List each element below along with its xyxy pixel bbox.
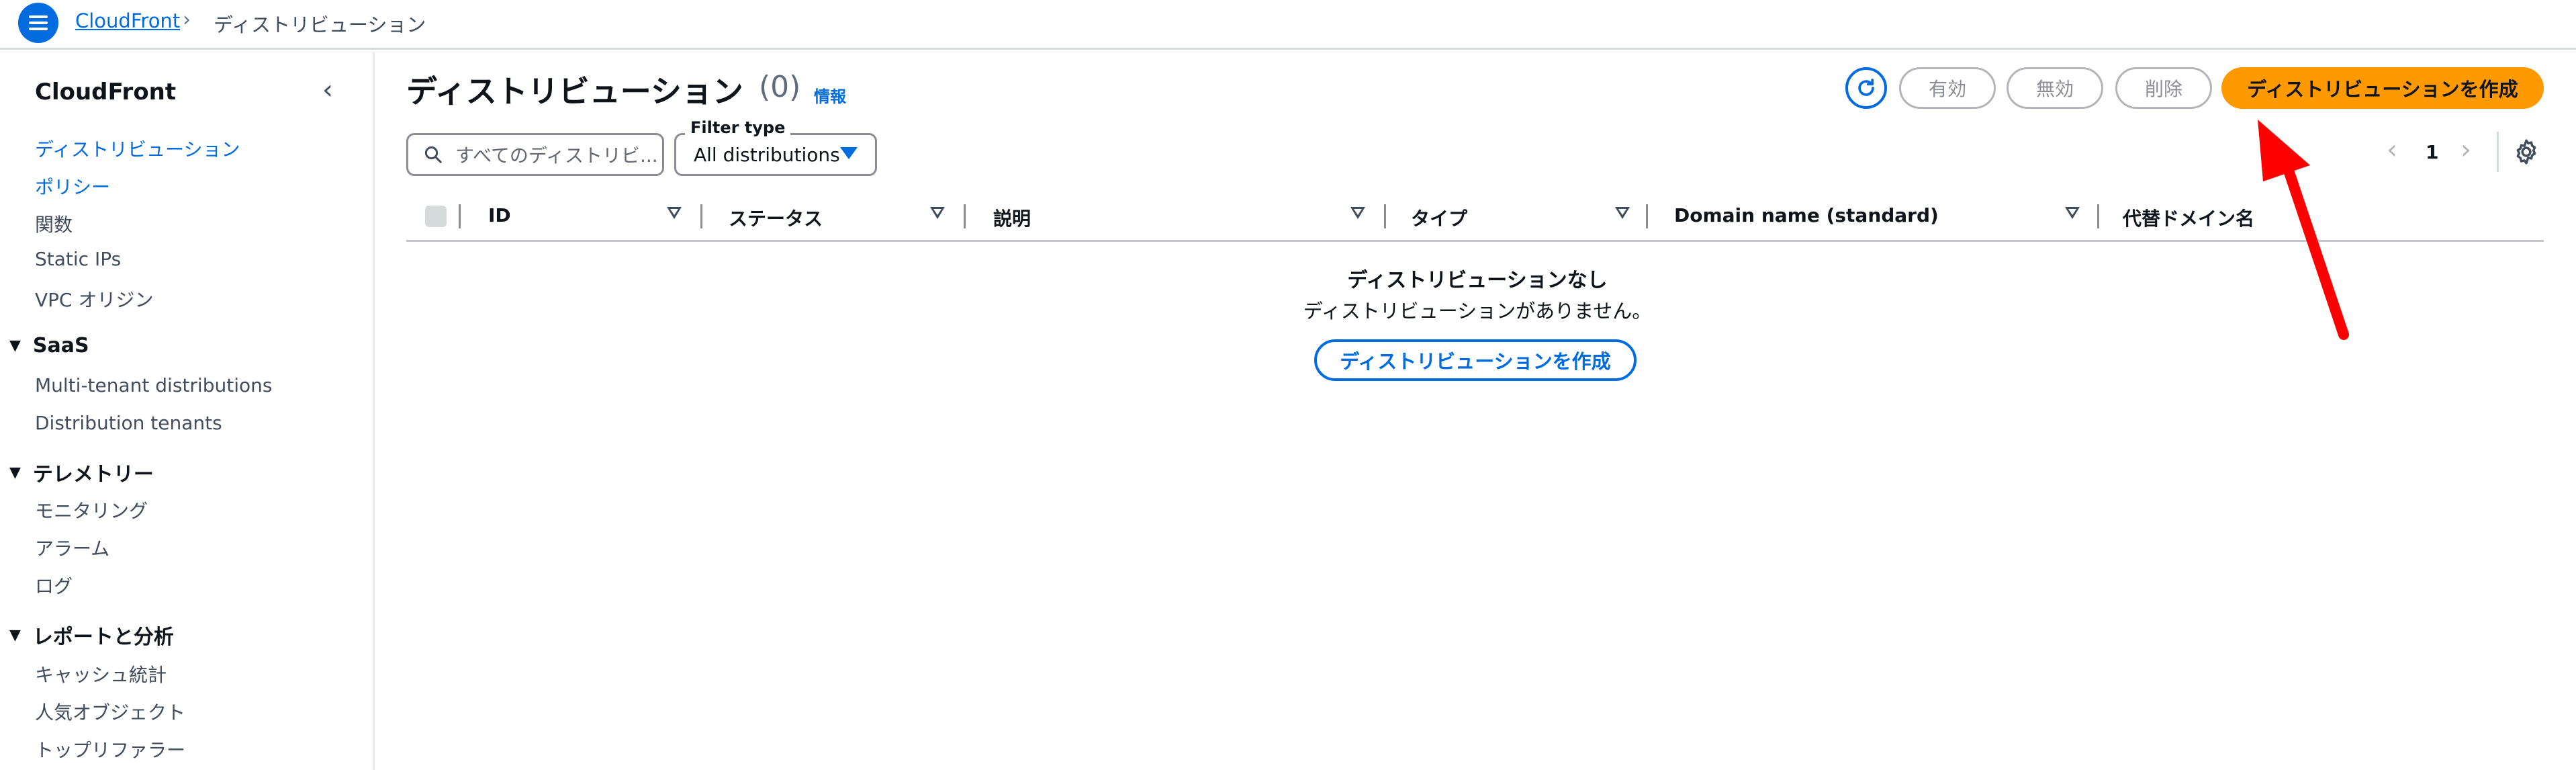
sidebar: CloudFront ‹ ディストリビューション ポリシー 関数 Static … — [0, 52, 375, 770]
sidebar-item-top-referrers[interactable]: トップリファラー — [35, 736, 185, 763]
sidebar-item-distributions[interactable]: ディストリビューション — [35, 135, 240, 162]
column-header-id[interactable]: ID — [488, 204, 511, 226]
breadcrumb-current: ディストリビューション — [214, 13, 426, 36]
column-header-alternate-domain[interactable]: 代替ドメイン名 — [2123, 204, 2254, 231]
sort-icon[interactable] — [1615, 207, 1630, 219]
current-page-number[interactable]: 1 — [2426, 141, 2438, 163]
caret-down-icon: ▼ — [9, 626, 21, 644]
disable-button[interactable]: 無効 — [2007, 67, 2103, 109]
info-link[interactable]: 情報 — [814, 83, 846, 107]
empty-state-title: ディストリビューションなし — [1347, 269, 1608, 292]
enable-button[interactable]: 有効 — [1899, 67, 1996, 109]
sidebar-item-policies[interactable]: ポリシー — [35, 173, 110, 200]
sidebar-item-logs[interactable]: ログ — [35, 572, 73, 599]
sidebar-item-distribution-tenants[interactable]: Distribution tenants — [35, 412, 222, 434]
sidebar-item-cache-statistics[interactable]: キャッシュ統計 — [35, 660, 167, 687]
column-divider[interactable] — [1646, 204, 1648, 228]
sidebar-item-alarms[interactable]: アラーム — [35, 534, 109, 561]
column-divider — [459, 204, 461, 228]
sidebar-item-monitoring[interactable]: モニタリング — [35, 497, 148, 523]
sort-icon[interactable] — [667, 207, 682, 219]
menu-icon[interactable] — [18, 3, 58, 43]
refresh-icon — [1858, 79, 1874, 96]
search-icon — [424, 146, 442, 163]
column-header-status[interactable]: ステータス — [729, 204, 823, 231]
chevron-right-icon: › — [183, 8, 191, 32]
search-placeholder: すべてのディストリビ... — [455, 144, 657, 167]
settings-button[interactable] — [2512, 137, 2541, 167]
page-title: ディストリビューション — [406, 73, 743, 110]
sidebar-item-static-ips[interactable]: Static IPs — [35, 248, 121, 270]
column-divider[interactable] — [2097, 204, 2099, 228]
caret-down-icon — [840, 147, 858, 159]
refresh-button[interactable] — [1845, 67, 1887, 109]
distribution-count: (0) — [759, 70, 801, 104]
filter-type-label: Filter type — [685, 118, 791, 137]
search-input[interactable]: すべてのディストリビ... — [406, 133, 664, 176]
breadcrumb-cloudfront-link[interactable]: CloudFront — [75, 9, 180, 32]
sidebar-title: CloudFront — [35, 79, 177, 105]
caret-down-icon: ▼ — [9, 464, 21, 481]
table-header: ID ステータス 説明 タイプ Domain name (standard) 代… — [406, 195, 2544, 242]
pager-divider — [2497, 132, 2499, 172]
sidebar-item-vpc-origins[interactable]: VPC オリジン — [35, 286, 154, 312]
column-header-domain-name[interactable]: Domain name (standard) — [1674, 204, 1939, 226]
caret-down-icon: ▼ — [9, 337, 21, 354]
sidebar-section-saas[interactable]: ▼ SaaS — [9, 334, 89, 357]
filter-type-select[interactable]: All distributions — [674, 133, 877, 176]
top-navigation-bar: CloudFront › ディストリビューション — [0, 0, 2576, 50]
sort-icon[interactable] — [930, 207, 945, 219]
select-all-checkbox[interactable] — [425, 206, 447, 227]
column-divider[interactable] — [964, 204, 966, 228]
column-header-type[interactable]: タイプ — [1411, 204, 1467, 231]
column-divider[interactable] — [1384, 204, 1386, 228]
delete-button[interactable]: 削除 — [2115, 67, 2212, 109]
create-distribution-button[interactable]: ディストリビューションを作成 — [2221, 67, 2544, 109]
column-divider[interactable] — [700, 204, 702, 228]
column-header-description[interactable]: 説明 — [993, 204, 1031, 231]
sidebar-item-multi-tenant[interactable]: Multi-tenant distributions — [35, 374, 272, 396]
empty-state-description: ディストリビューションがありません。 — [1303, 300, 1652, 323]
previous-page-icon[interactable]: ‹ — [2387, 134, 2397, 165]
sort-icon[interactable] — [2065, 207, 2080, 219]
sort-icon[interactable] — [1350, 207, 1365, 219]
next-page-icon[interactable]: › — [2460, 134, 2471, 165]
sidebar-item-functions[interactable]: 関数 — [35, 210, 73, 237]
sidebar-section-reports[interactable]: ▼ レポートと分析 — [9, 620, 174, 650]
filter-type-value: All distributions — [694, 143, 840, 166]
collapse-sidebar-icon[interactable]: ‹ — [322, 75, 333, 105]
sidebar-item-popular-objects[interactable]: 人気オブジェクト — [35, 698, 185, 725]
gear-icon — [2516, 139, 2536, 165]
empty-state-create-button[interactable]: ディストリビューションを作成 — [1314, 339, 1637, 381]
sidebar-section-telemetry[interactable]: ▼ テレメトリー — [9, 458, 154, 487]
